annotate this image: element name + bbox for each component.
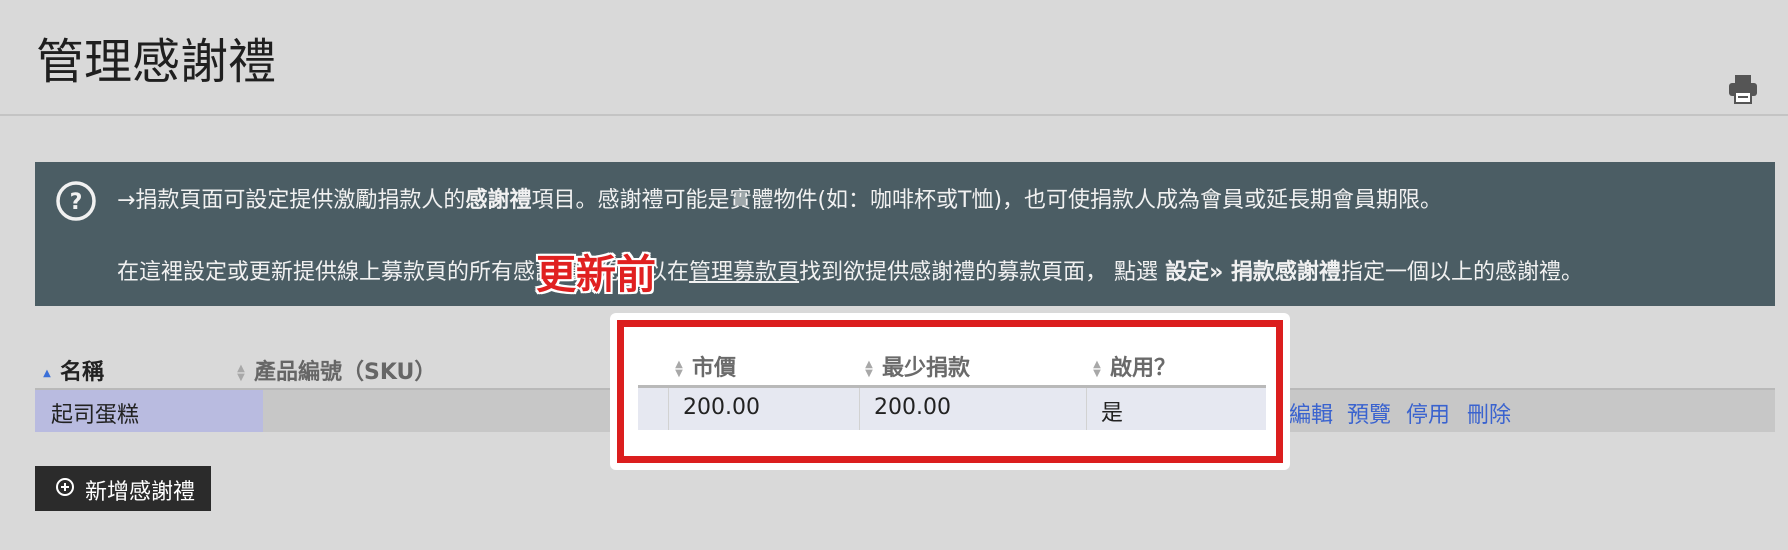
enabled-value: 是 [1101, 401, 1124, 426]
column-header-label: 名稱 [60, 360, 105, 385]
info-bold-text: 設定» 捐款感謝禮 [1165, 260, 1341, 285]
info-text: →捐款頁面可設定提供激勵捐款人的 [117, 188, 466, 213]
gift-name-cell: 起司蛋糕 [35, 390, 263, 432]
highlight-red-frame: ▲ ▼ 市價 ▲ ▼ 最少捐款 ▲ ▼ 啟用？ 200.00 200.00 是 [617, 320, 1283, 463]
gift-name: 起司蛋糕 [51, 403, 140, 428]
info-line-2: 在這裡設定或更新提供線上募款頁的所有感謝禮，您可以在管理募款頁找到欲提供感謝禮的… [117, 254, 1583, 286]
column-header-label: 市價 [692, 356, 737, 381]
delete-link[interactable]: 刪除 [1467, 397, 1511, 429]
column-header-name[interactable]: ▲ 名稱 [40, 354, 104, 386]
add-gift-button[interactable]: 新增感謝禮 [35, 466, 211, 511]
help-circle-icon: ? [56, 181, 96, 221]
column-header-enabled[interactable]: ▲ ▼ 啟用？ [1090, 350, 1176, 382]
market-price-value: 200.00 [683, 395, 760, 420]
preview-link[interactable]: 預覽 [1347, 397, 1391, 429]
info-text: 在這裡設定或更新提供線上募款頁的所有 [117, 260, 514, 285]
min-donation-cell: 200.00 [859, 388, 1086, 430]
info-text: 找到欲提供感謝禮的募款頁面， 點選 [799, 260, 1166, 285]
edit-link[interactable]: 編輯 [1289, 397, 1333, 429]
add-gift-label: 新增感謝禮 [85, 479, 196, 504]
disable-link[interactable]: 停用 [1406, 397, 1450, 429]
printer-icon[interactable] [1726, 72, 1760, 106]
sort-icon: ▲ ▼ [1093, 359, 1101, 379]
callout-row: 200.00 200.00 是 [638, 388, 1266, 430]
column-header-sku[interactable]: ▲ ▼ 產品編號（SKU） [234, 354, 436, 386]
column-header-label: 產品編號（SKU） [254, 360, 437, 385]
market-price-cell: 200.00 [668, 388, 859, 430]
info-text: 項目。感謝禮可能是實體物件(如：咖啡杯或T恤)，也可使捐款人成為會員或延長期會員… [531, 188, 1443, 213]
highlight-callout: ▲ ▼ 市價 ▲ ▼ 最少捐款 ▲ ▼ 啟用？ 200.00 200.00 是 [610, 313, 1290, 470]
info-line-1: →捐款頁面可設定提供激勵捐款人的感謝禮項目。感謝禮可能是實體物件(如：咖啡杯或T… [117, 182, 1442, 214]
page-title: 管理感謝禮 [36, 34, 277, 90]
svg-text:?: ? [70, 190, 83, 215]
sort-asc-icon: ▲ [43, 367, 51, 379]
sort-icon: ▲ ▼ [237, 363, 245, 383]
column-header-label: 啟用？ [1110, 356, 1177, 381]
min-donation-value: 200.00 [874, 395, 951, 420]
column-header-label: 最少捐款 [882, 356, 971, 381]
before-update-banner: 更新前 [536, 252, 656, 298]
enabled-cell: 是 [1086, 388, 1273, 430]
sort-icon: ▲ ▼ [675, 359, 683, 379]
callout-header-row: ▲ ▼ 市價 ▲ ▼ 最少捐款 ▲ ▼ 啟用？ [638, 341, 1266, 388]
manage-campaigns-link[interactable]: 管理募款頁 [689, 260, 799, 285]
info-bold-text: 感謝禮 [465, 188, 532, 213]
column-header-min-donation[interactable]: ▲ ▼ 最少捐款 [862, 350, 970, 382]
plus-circle-icon [56, 478, 74, 496]
sort-icon: ▲ ▼ [865, 359, 873, 379]
info-text: 指定一個以上的感謝禮。 [1340, 260, 1583, 285]
column-header-market-price[interactable]: ▲ ▼ 市價 [672, 350, 736, 382]
page-header: 管理感謝禮 [0, 0, 1788, 116]
info-panel: ? →捐款頁面可設定提供激勵捐款人的感謝禮項目。感謝禮可能是實體物件(如：咖啡杯… [35, 162, 1775, 306]
